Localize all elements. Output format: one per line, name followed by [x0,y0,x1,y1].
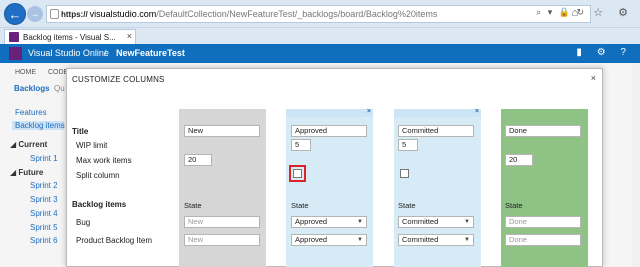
approved-bug-select[interactable]: Approved ▼ [291,216,367,228]
new-state-label: State [184,201,202,210]
nav-sprint-4[interactable]: Sprint 4 [30,209,58,218]
selected-value: Committed [402,217,439,226]
forward-arrow-icon[interactable]: → [27,6,43,22]
visual-studio-icon [9,32,19,42]
row-label-backlog: Backlog items [72,200,127,209]
approved-title-input[interactable]: Approved [291,125,367,137]
nav-features[interactable]: Features [15,108,47,117]
row-label-wip: WIP limit [76,141,108,150]
visual-studio-logo-icon [9,47,22,60]
header-icons[interactable]: ▮ ⚙ ? [576,47,632,58]
approved-wip-input[interactable]: 5 [291,139,311,151]
selected-value: Approved [295,235,328,244]
dialog-title: CUSTOMIZE COLUMNS [72,75,165,84]
page-icon [50,9,59,19]
remove-column-icon[interactable]: × [475,108,479,115]
nav-sprint-6[interactable]: Sprint 6 [30,236,58,245]
page-scrollbar[interactable] [632,63,640,267]
done-state-label: State [505,201,523,210]
browser-tab[interactable]: Backlog items - Visual S... × [4,29,136,44]
tab-title: Backlog items - Visual S... [23,32,116,42]
row-label-split: Split column [76,171,120,180]
approved-split-checkbox[interactable] [293,169,302,178]
remove-column-icon[interactable]: × [367,108,371,115]
committed-pbi-select[interactable]: Committed ▼ [398,234,474,246]
row-label-title: Title [72,127,89,136]
customize-columns-dialog: CUSTOMIZE COLUMNS × × × Title WIP limit … [66,68,603,267]
app-title[interactable]: Visual Studio Online [28,48,109,58]
committed-bug-select[interactable]: Committed ▼ [398,216,474,228]
breadcrumb-separator: / [104,48,107,58]
approved-state-label: State [291,201,309,210]
url-scheme: https:// [61,9,88,19]
left-navigation: Features Backlog items ◢ Current Sprint … [0,84,66,267]
nav-backlog-items[interactable]: Backlog items [12,121,65,130]
browser-tool-icons[interactable]: ⌂ ☆ ⚙ [572,6,634,19]
address-bar[interactable]: https:// visualstudio.com /DefaultCollec… [46,5,591,23]
selected-value: Committed [402,235,439,244]
committed-split-checkbox[interactable] [400,169,409,178]
done-pbi-state[interactable]: Done [505,234,581,246]
row-label-max: Max work items [76,156,132,165]
row-label-pbi: Product Backlog Item [76,236,153,245]
done-bug-state[interactable]: Done [505,216,581,228]
chevron-down-icon: ▼ [464,237,470,243]
chevron-down-icon: ▼ [357,219,363,225]
committed-title-input[interactable]: Committed [398,125,474,137]
committed-wip-input[interactable]: 5 [398,139,418,151]
nav-current-heading[interactable]: ◢ Current [10,140,47,149]
browser-toolbar: ← → https:// visualstudio.com /DefaultCo… [0,0,640,28]
back-arrow-icon[interactable]: ← [4,3,26,25]
tab-close-icon[interactable]: × [127,31,132,41]
close-icon[interactable]: × [591,73,596,83]
hub-home[interactable]: HOME [15,69,36,76]
done-title-input[interactable]: Done [505,125,581,137]
url-host: visualstudio.com [89,9,157,19]
selected-value: Approved [295,217,328,226]
project-name[interactable]: NewFeatureTest [116,48,185,58]
nav-sprint-3[interactable]: Sprint 3 [30,195,58,204]
url-path: /DefaultCollection/NewFeatureTest/_backl… [156,9,438,19]
app-header: Visual Studio Online / NewFeatureTest ▮ … [0,44,640,63]
new-pbi-state[interactable]: New [184,234,260,246]
tab-strip: Backlog items - Visual S... × [0,28,640,44]
chevron-down-icon: ▼ [464,219,470,225]
nav-sprint-5[interactable]: Sprint 5 [30,223,58,232]
new-title-input[interactable]: New [184,125,260,137]
nav-sprint-1[interactable]: Sprint 1 [30,154,58,163]
row-label-bug: Bug [76,218,91,227]
committed-state-label: State [398,201,416,210]
new-max-input[interactable]: 20 [184,154,212,166]
approved-pbi-select[interactable]: Approved ▼ [291,234,367,246]
new-bug-state[interactable]: New [184,216,260,228]
nav-future-heading[interactable]: ◢ Future [10,168,43,177]
done-max-input[interactable]: 20 [505,154,533,166]
nav-sprint-2[interactable]: Sprint 2 [30,181,58,190]
chevron-down-icon: ▼ [357,237,363,243]
